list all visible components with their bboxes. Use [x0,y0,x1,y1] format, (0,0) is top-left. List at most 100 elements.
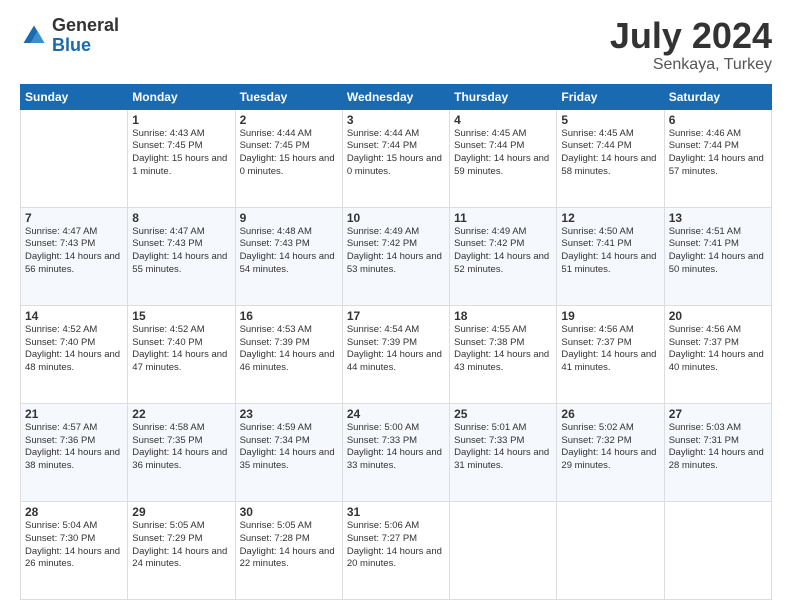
day-number: 10 [347,211,445,225]
day-number: 16 [240,309,338,323]
calendar-week-3: 14Sunrise: 4:52 AMSunset: 7:40 PMDayligh… [21,305,772,403]
calendar-cell: 16Sunrise: 4:53 AMSunset: 7:39 PMDayligh… [235,305,342,403]
calendar-cell: 19Sunrise: 4:56 AMSunset: 7:37 PMDayligh… [557,305,664,403]
calendar-cell: 11Sunrise: 4:49 AMSunset: 7:42 PMDayligh… [450,207,557,305]
calendar-cell: 9Sunrise: 4:48 AMSunset: 7:43 PMDaylight… [235,207,342,305]
column-header-wednesday: Wednesday [342,84,449,109]
day-info: Sunrise: 4:44 AMSunset: 7:44 PMDaylight:… [347,128,445,179]
calendar-cell: 7Sunrise: 4:47 AMSunset: 7:43 PMDaylight… [21,207,128,305]
column-header-thursday: Thursday [450,84,557,109]
day-info: Sunrise: 4:58 AMSunset: 7:35 PMDaylight:… [132,422,230,473]
calendar-cell: 12Sunrise: 4:50 AMSunset: 7:41 PMDayligh… [557,207,664,305]
day-number: 26 [561,407,659,421]
calendar-cell: 2Sunrise: 4:44 AMSunset: 7:45 PMDaylight… [235,109,342,207]
calendar-cell: 18Sunrise: 4:55 AMSunset: 7:38 PMDayligh… [450,305,557,403]
calendar-cell: 6Sunrise: 4:46 AMSunset: 7:44 PMDaylight… [664,109,771,207]
day-number: 14 [25,309,123,323]
day-info: Sunrise: 5:05 AMSunset: 7:28 PMDaylight:… [240,520,338,571]
day-info: Sunrise: 4:57 AMSunset: 7:36 PMDaylight:… [25,422,123,473]
logo-general-text: General [52,16,119,36]
day-number: 22 [132,407,230,421]
day-number: 4 [454,113,552,127]
header: General Blue July 2024 Senkaya, Turkey [20,16,772,74]
day-number: 30 [240,505,338,519]
calendar-cell: 8Sunrise: 4:47 AMSunset: 7:43 PMDaylight… [128,207,235,305]
calendar-cell: 29Sunrise: 5:05 AMSunset: 7:29 PMDayligh… [128,501,235,599]
calendar-cell: 25Sunrise: 5:01 AMSunset: 7:33 PMDayligh… [450,403,557,501]
calendar-cell: 14Sunrise: 4:52 AMSunset: 7:40 PMDayligh… [21,305,128,403]
day-number: 1 [132,113,230,127]
day-info: Sunrise: 4:47 AMSunset: 7:43 PMDaylight:… [132,226,230,277]
column-header-monday: Monday [128,84,235,109]
calendar-cell [21,109,128,207]
day-info: Sunrise: 4:52 AMSunset: 7:40 PMDaylight:… [25,324,123,375]
day-info: Sunrise: 5:01 AMSunset: 7:33 PMDaylight:… [454,422,552,473]
day-info: Sunrise: 4:44 AMSunset: 7:45 PMDaylight:… [240,128,338,179]
day-info: Sunrise: 5:00 AMSunset: 7:33 PMDaylight:… [347,422,445,473]
column-header-friday: Friday [557,84,664,109]
day-number: 15 [132,309,230,323]
calendar-header-row: SundayMondayTuesdayWednesdayThursdayFrid… [21,84,772,109]
day-number: 18 [454,309,552,323]
calendar-cell: 27Sunrise: 5:03 AMSunset: 7:31 PMDayligh… [664,403,771,501]
calendar-cell: 30Sunrise: 5:05 AMSunset: 7:28 PMDayligh… [235,501,342,599]
day-info: Sunrise: 4:53 AMSunset: 7:39 PMDaylight:… [240,324,338,375]
day-info: Sunrise: 4:56 AMSunset: 7:37 PMDaylight:… [561,324,659,375]
day-number: 21 [25,407,123,421]
calendar-cell [450,501,557,599]
day-number: 25 [454,407,552,421]
day-info: Sunrise: 4:46 AMSunset: 7:44 PMDaylight:… [669,128,767,179]
day-info: Sunrise: 4:59 AMSunset: 7:34 PMDaylight:… [240,422,338,473]
calendar-cell: 15Sunrise: 4:52 AMSunset: 7:40 PMDayligh… [128,305,235,403]
day-info: Sunrise: 4:52 AMSunset: 7:40 PMDaylight:… [132,324,230,375]
day-number: 31 [347,505,445,519]
logo-icon [20,22,48,50]
logo: General Blue [20,16,119,56]
day-number: 29 [132,505,230,519]
calendar-cell [557,501,664,599]
day-number: 3 [347,113,445,127]
day-info: Sunrise: 4:56 AMSunset: 7:37 PMDaylight:… [669,324,767,375]
calendar-cell: 4Sunrise: 4:45 AMSunset: 7:44 PMDaylight… [450,109,557,207]
day-number: 7 [25,211,123,225]
day-info: Sunrise: 4:50 AMSunset: 7:41 PMDaylight:… [561,226,659,277]
calendar-week-2: 7Sunrise: 4:47 AMSunset: 7:43 PMDaylight… [21,207,772,305]
calendar-subtitle: Senkaya, Turkey [610,56,772,74]
column-header-tuesday: Tuesday [235,84,342,109]
day-info: Sunrise: 5:05 AMSunset: 7:29 PMDaylight:… [132,520,230,571]
day-number: 5 [561,113,659,127]
day-info: Sunrise: 5:02 AMSunset: 7:32 PMDaylight:… [561,422,659,473]
title-block: July 2024 Senkaya, Turkey [610,16,772,74]
calendar-cell: 5Sunrise: 4:45 AMSunset: 7:44 PMDaylight… [557,109,664,207]
column-header-sunday: Sunday [21,84,128,109]
day-number: 2 [240,113,338,127]
day-info: Sunrise: 4:49 AMSunset: 7:42 PMDaylight:… [454,226,552,277]
calendar-cell: 3Sunrise: 4:44 AMSunset: 7:44 PMDaylight… [342,109,449,207]
calendar-cell: 22Sunrise: 4:58 AMSunset: 7:35 PMDayligh… [128,403,235,501]
calendar-week-4: 21Sunrise: 4:57 AMSunset: 7:36 PMDayligh… [21,403,772,501]
day-info: Sunrise: 4:47 AMSunset: 7:43 PMDaylight:… [25,226,123,277]
calendar-cell: 23Sunrise: 4:59 AMSunset: 7:34 PMDayligh… [235,403,342,501]
logo-blue-text: Blue [52,36,119,56]
day-number: 28 [25,505,123,519]
day-info: Sunrise: 4:55 AMSunset: 7:38 PMDaylight:… [454,324,552,375]
calendar-week-1: 1Sunrise: 4:43 AMSunset: 7:45 PMDaylight… [21,109,772,207]
day-info: Sunrise: 5:04 AMSunset: 7:30 PMDaylight:… [25,520,123,571]
day-number: 20 [669,309,767,323]
day-number: 23 [240,407,338,421]
day-number: 17 [347,309,445,323]
calendar-cell: 20Sunrise: 4:56 AMSunset: 7:37 PMDayligh… [664,305,771,403]
day-number: 6 [669,113,767,127]
calendar-cell [664,501,771,599]
calendar-cell: 17Sunrise: 4:54 AMSunset: 7:39 PMDayligh… [342,305,449,403]
day-info: Sunrise: 4:43 AMSunset: 7:45 PMDaylight:… [132,128,230,179]
day-number: 19 [561,309,659,323]
day-number: 24 [347,407,445,421]
day-number: 11 [454,211,552,225]
page: General Blue July 2024 Senkaya, Turkey S… [0,0,792,612]
day-info: Sunrise: 4:45 AMSunset: 7:44 PMDaylight:… [561,128,659,179]
calendar-cell: 21Sunrise: 4:57 AMSunset: 7:36 PMDayligh… [21,403,128,501]
calendar-cell: 28Sunrise: 5:04 AMSunset: 7:30 PMDayligh… [21,501,128,599]
day-info: Sunrise: 5:06 AMSunset: 7:27 PMDaylight:… [347,520,445,571]
calendar-table: SundayMondayTuesdayWednesdayThursdayFrid… [20,84,772,600]
